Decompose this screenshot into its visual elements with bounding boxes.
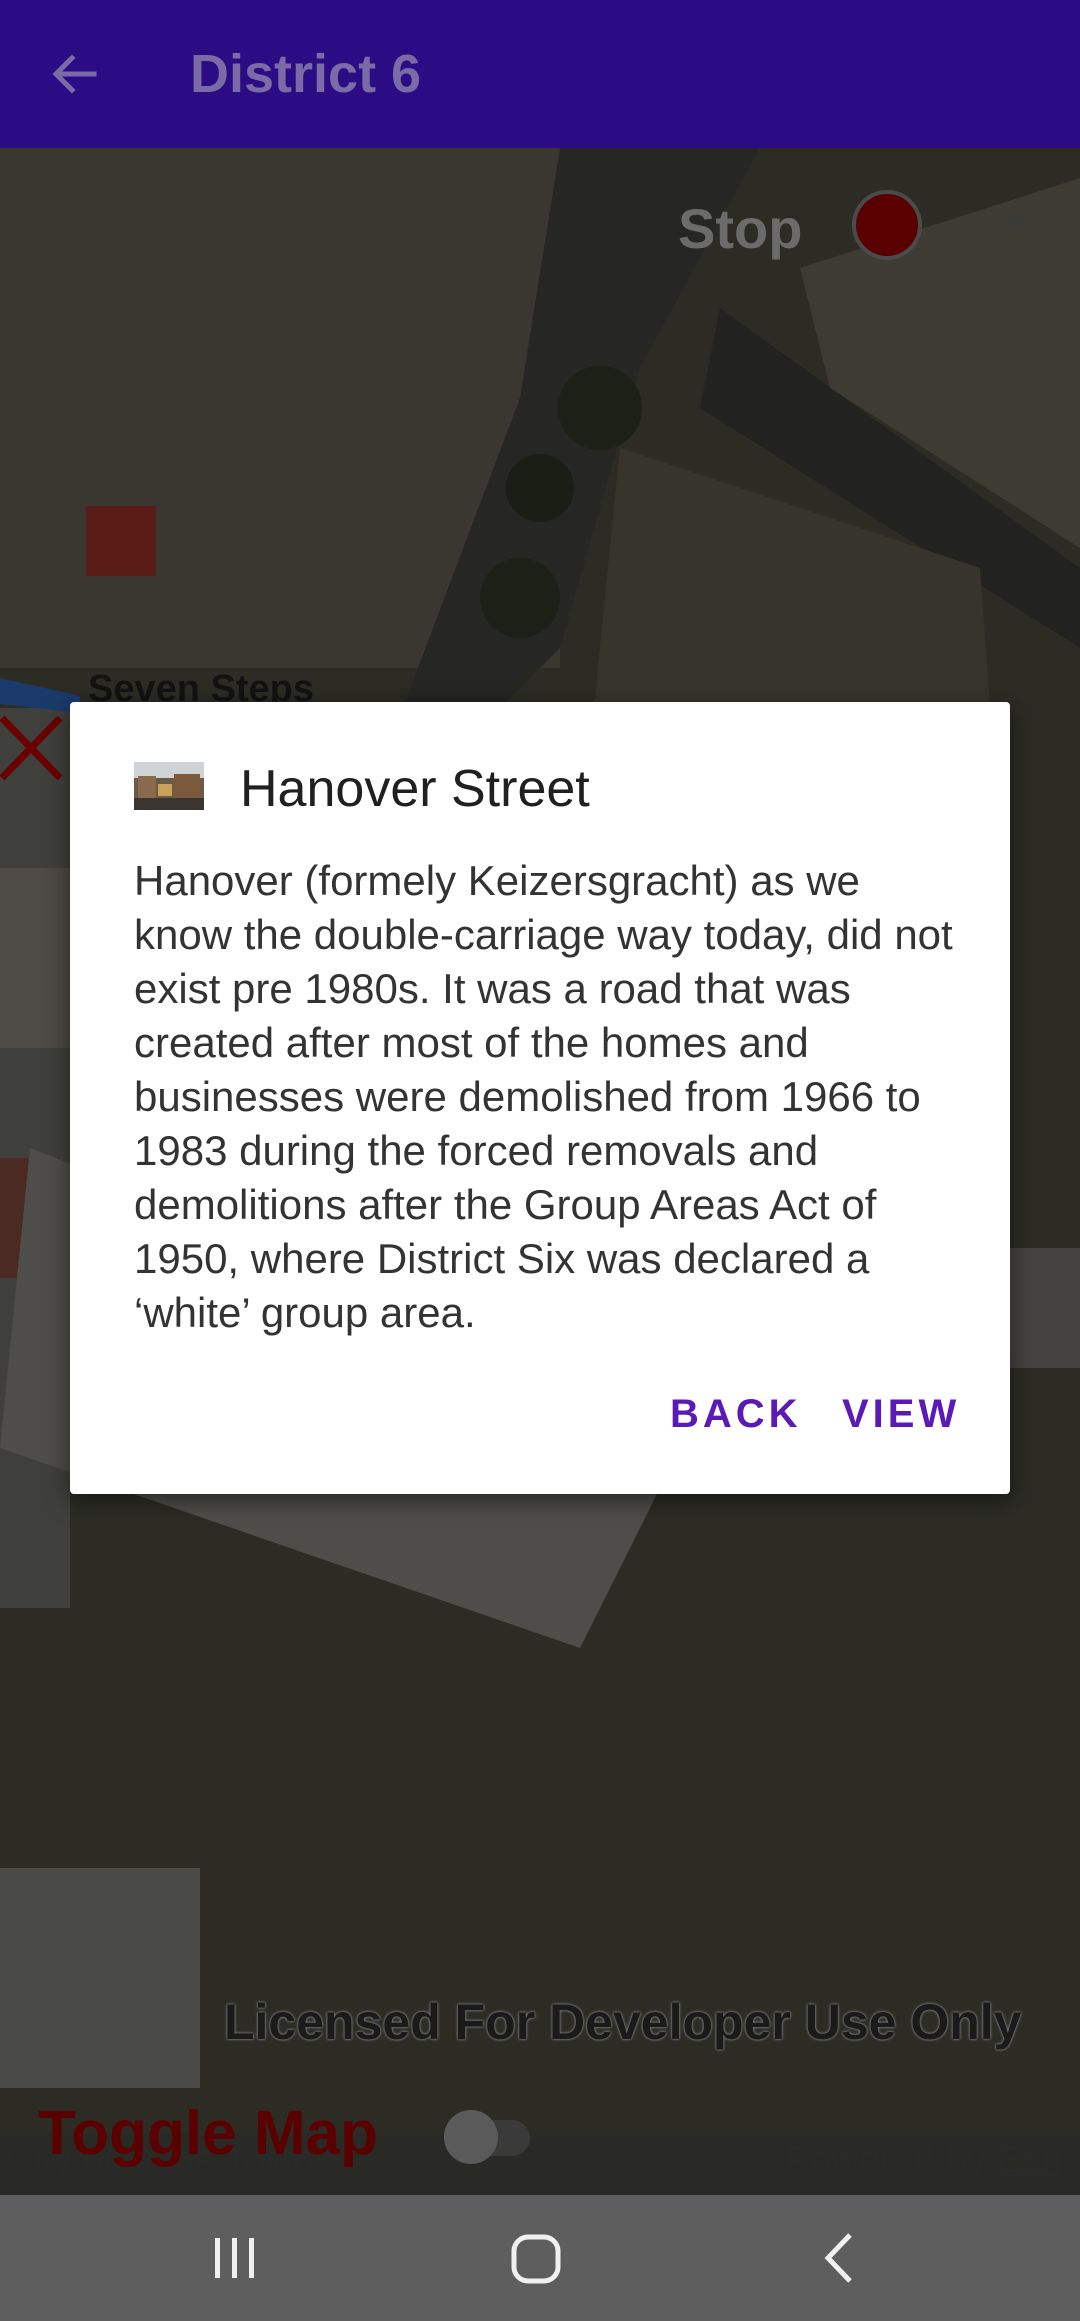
recents-icon[interactable] xyxy=(205,2232,265,2284)
page-title: District 6 xyxy=(190,44,422,104)
stop-label: Stop xyxy=(678,197,803,260)
arrow-left-icon[interactable] xyxy=(42,42,106,106)
system-nav-bar xyxy=(0,2195,1080,2321)
info-dialog: Hanover Street Hanover (formely Keizersg… xyxy=(70,702,1010,1494)
dialog-body: Hanover (formely Keizersgracht) as we kn… xyxy=(134,857,953,1336)
dialog-title: Hanover Street xyxy=(240,760,590,818)
developer-watermark: Licensed For Developer Use Only xyxy=(224,1994,1022,2050)
view-button[interactable]: VIEW xyxy=(842,1392,960,1437)
back-chevron-icon[interactable] xyxy=(818,2229,858,2287)
toggle-map-knob[interactable] xyxy=(444,2110,498,2164)
stop-button[interactable] xyxy=(852,190,922,260)
back-button[interactable]: BACK xyxy=(670,1392,802,1437)
home-icon[interactable] xyxy=(510,2233,562,2285)
attribution-prefix: Powered by xyxy=(785,2139,997,2181)
street-thumbnail-icon xyxy=(134,762,204,810)
toggle-map-label: Toggle Map xyxy=(38,2099,378,2168)
esri-link[interactable]: Esri xyxy=(997,2139,1062,2181)
dropdown-caret-icon[interactable] xyxy=(1004,216,1028,228)
attribution-right: Powered by Esri xyxy=(785,2139,1062,2182)
app-bar: District 6 xyxy=(0,0,1080,148)
